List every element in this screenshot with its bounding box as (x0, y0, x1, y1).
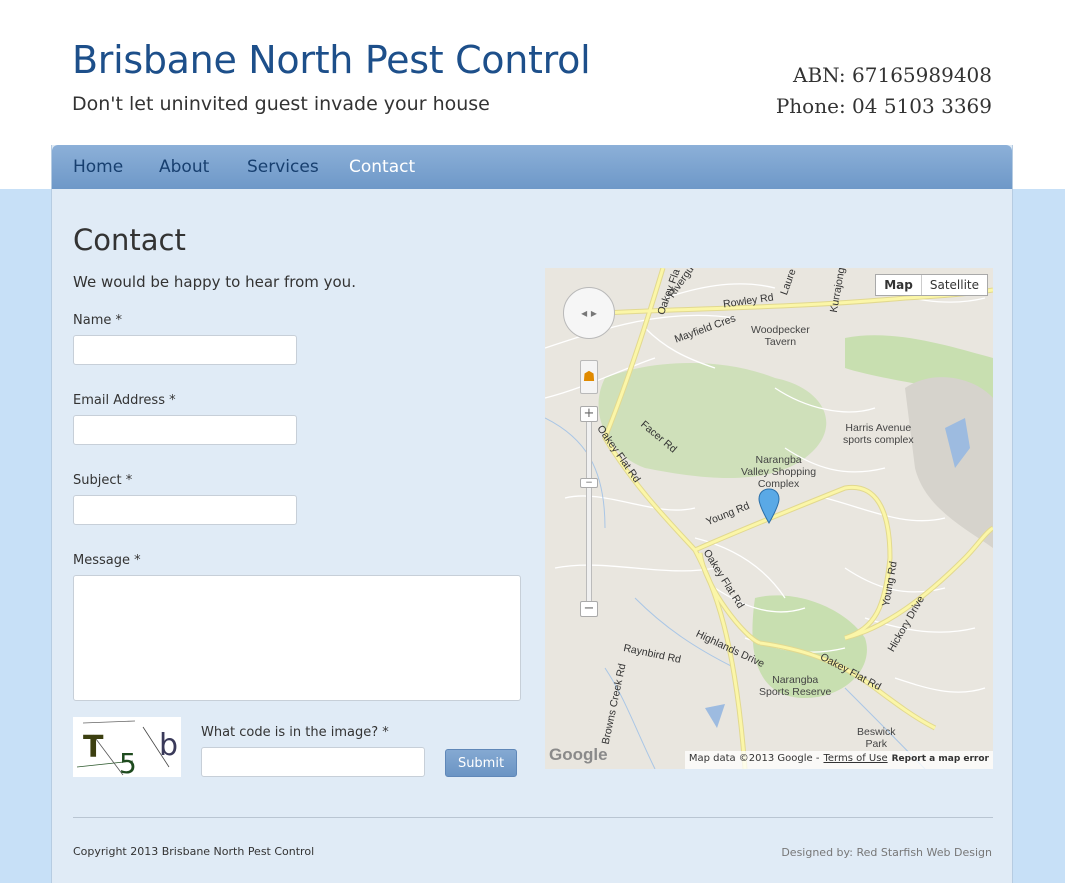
email-field[interactable] (73, 415, 297, 445)
place-label: Harris Avenue sports complex (843, 422, 914, 446)
nav-item-home[interactable]: Home (73, 157, 123, 177)
submit-button[interactable]: Submit (445, 749, 517, 777)
site-tagline: Don't let uninvited guest invade your ho… (72, 93, 490, 115)
site-title[interactable]: Brisbane North Pest Control (72, 38, 591, 82)
map-type-control: Map Satellite (875, 274, 988, 296)
map-pan-control[interactable]: ◂ ▸ (563, 287, 615, 339)
pan-arrows-icon: ◂ ▸ (581, 306, 597, 320)
abn-number: ABN: 67165989408 (793, 63, 992, 87)
google-logo[interactable]: Google (549, 745, 608, 765)
name-label: Name * (73, 313, 122, 328)
captcha-label-text: What code is in the image? (201, 725, 379, 740)
captcha-field[interactable] (201, 747, 425, 777)
zoom-slider-track[interactable] (586, 415, 592, 609)
intro-text: We would be happy to hear from you. (73, 273, 356, 291)
map-data-text: Map data ©2013 Google - (688, 753, 820, 764)
zoom-out-button[interactable]: − (580, 601, 598, 617)
captcha-image: T 5 b (73, 717, 181, 780)
required-marker: * (169, 393, 176, 408)
zoom-in-button[interactable]: + (580, 406, 598, 422)
required-marker: * (115, 313, 123, 328)
page-title: Contact (73, 223, 186, 257)
google-map[interactable]: Rowley Rd Oakey Flat Rd Young Rd Oakey F… (545, 268, 993, 769)
phone-number: Phone: 04 5103 3369 (775, 94, 992, 118)
site-header: Brisbane North Pest Control Don't let un… (0, 0, 1065, 145)
email-label-text: Email Address (73, 393, 165, 408)
subject-label: Subject * (73, 473, 132, 488)
captcha-char-2: 5 (119, 747, 137, 777)
message-label: Message * (73, 553, 141, 568)
map-type-map-button[interactable]: Map (876, 275, 922, 295)
message-field[interactable] (73, 575, 521, 701)
nav-item-about[interactable]: About (159, 157, 209, 177)
nav-item-services[interactable]: Services (247, 157, 319, 177)
location-pin-icon[interactable] (758, 488, 780, 524)
street-view-pegman-icon[interactable]: ☗ (580, 360, 598, 394)
main-container: Home About Services Contact Contact We w… (51, 145, 1013, 883)
captcha-char-3: b (159, 728, 178, 763)
copyright-text: Copyright 2013 Brisbane North Pest Contr… (73, 845, 315, 858)
map-type-satellite-button[interactable]: Satellite (922, 275, 987, 295)
report-map-error-link[interactable]: Report a map error (892, 753, 989, 767)
zoom-slider-handle[interactable]: − (580, 478, 598, 488)
message-label-text: Message (73, 553, 130, 568)
place-label: Narangba Valley Shopping Complex (741, 454, 817, 490)
map-attribution: Map data ©2013 Google - Terms of Use Rep… (684, 751, 993, 769)
subject-field[interactable] (73, 495, 297, 525)
subject-label-text: Subject (73, 473, 122, 488)
designer-credit-link[interactable]: Designed by: Red Starfish Web Design (781, 846, 992, 859)
captcha-char-1: T (83, 730, 104, 765)
nav-item-contact[interactable]: Contact (349, 157, 415, 177)
place-label: Woodpecker Tavern (751, 324, 810, 348)
name-label-text: Name (73, 313, 112, 328)
place-label: Beswick Park (857, 726, 896, 750)
required-marker: * (134, 553, 141, 568)
footer-divider (73, 817, 993, 818)
required-marker: * (125, 473, 133, 488)
name-field[interactable] (73, 335, 297, 365)
main-nav: Home About Services Contact (52, 145, 1012, 189)
email-label: Email Address * (73, 393, 176, 408)
captcha-label: What code is in the image? * (201, 725, 389, 740)
terms-of-use-link[interactable]: Terms of Use (823, 753, 887, 767)
place-label: Narangba Sports Reserve (759, 674, 832, 698)
required-marker: * (382, 725, 389, 740)
